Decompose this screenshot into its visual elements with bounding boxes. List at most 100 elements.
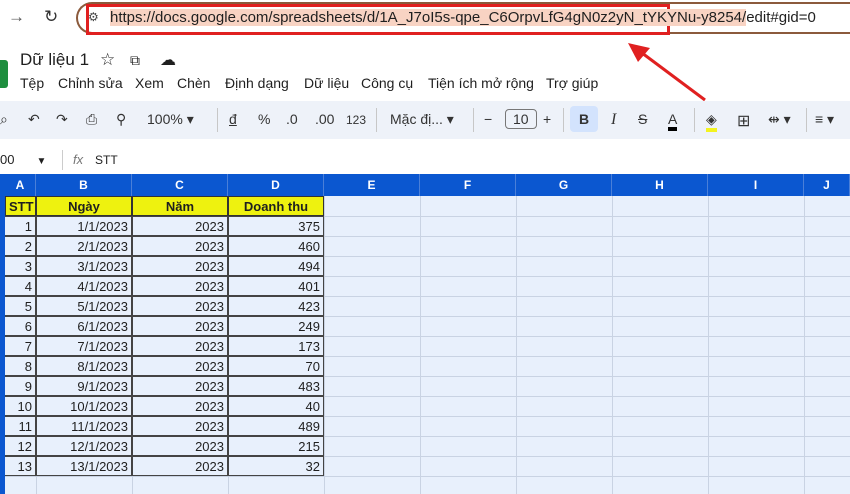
table-cell[interactable]: 215: [228, 436, 324, 456]
table-cell[interactable]: 173: [228, 336, 324, 356]
table-cell[interactable]: 494: [228, 256, 324, 276]
column-header-I[interactable]: I: [708, 174, 804, 196]
star-icon[interactable]: ☆: [100, 50, 115, 70]
header-cell[interactable]: Doanh thu: [228, 196, 324, 216]
menu-item[interactable]: Công cụ: [361, 75, 413, 91]
column-header-H[interactable]: H: [612, 174, 708, 196]
menu-item[interactable]: Chèn: [177, 75, 210, 91]
table-cell[interactable]: 6/1/2023: [36, 316, 132, 336]
table-cell[interactable]: 10: [5, 396, 36, 416]
fill-color-icon[interactable]: ◈: [706, 111, 717, 132]
table-cell[interactable]: 2023: [132, 416, 228, 436]
more-formats-button[interactable]: 123: [346, 113, 366, 127]
table-cell[interactable]: 2023: [132, 396, 228, 416]
menu-item[interactable]: Chỉnh sửa: [58, 75, 123, 91]
strikethrough-button[interactable]: S: [638, 111, 647, 127]
table-cell[interactable]: 1: [5, 216, 36, 236]
table-cell[interactable]: 401: [228, 276, 324, 296]
search-icon[interactable]: ⌕: [0, 111, 8, 128]
table-cell[interactable]: 70: [228, 356, 324, 376]
header-cell[interactable]: STT: [5, 196, 36, 216]
paint-format-icon[interactable]: ⚲: [116, 111, 126, 128]
table-cell[interactable]: 2023: [132, 436, 228, 456]
table-cell[interactable]: 10/1/2023: [36, 396, 132, 416]
table-cell[interactable]: 11/1/2023: [36, 416, 132, 436]
table-cell[interactable]: 2023: [132, 376, 228, 396]
merge-cells-icon[interactable]: ⇹ ▾: [768, 111, 791, 128]
menu-item[interactable]: Trợ giúp: [546, 75, 598, 91]
column-header-G[interactable]: G: [516, 174, 612, 196]
table-cell[interactable]: 6: [5, 316, 36, 336]
table-cell[interactable]: 4/1/2023: [36, 276, 132, 296]
table-cell[interactable]: 3/1/2023: [36, 256, 132, 276]
table-cell[interactable]: 2023: [132, 456, 228, 476]
column-header-B[interactable]: B: [36, 174, 132, 196]
currency-format-button[interactable]: đ: [229, 111, 237, 127]
table-cell[interactable]: 460: [228, 236, 324, 256]
table-cell[interactable]: 423: [228, 296, 324, 316]
name-box[interactable]: 00 ▼: [0, 152, 46, 167]
table-cell[interactable]: 11: [5, 416, 36, 436]
column-header-D[interactable]: D: [228, 174, 324, 196]
column-header-J[interactable]: J: [804, 174, 850, 196]
table-cell[interactable]: 2023: [132, 316, 228, 336]
table-cell[interactable]: 2023: [132, 236, 228, 256]
table-cell[interactable]: 2023: [132, 216, 228, 236]
column-header-C[interactable]: C: [132, 174, 228, 196]
print-icon[interactable]: ⎙: [86, 111, 97, 128]
table-cell[interactable]: 2/1/2023: [36, 236, 132, 256]
table-cell[interactable]: 2023: [132, 336, 228, 356]
cloud-status-icon[interactable]: ☁: [160, 50, 176, 70]
borders-icon[interactable]: ⊞: [737, 111, 750, 131]
table-cell[interactable]: 4: [5, 276, 36, 296]
url-text[interactable]: https://docs.google.com/spreadsheets/d/1…: [110, 9, 816, 26]
header-cell[interactable]: Ngày: [36, 196, 132, 216]
table-cell[interactable]: 8/1/2023: [36, 356, 132, 376]
table-cell[interactable]: 32: [228, 456, 324, 476]
column-header-F[interactable]: F: [420, 174, 516, 196]
table-cell[interactable]: 7/1/2023: [36, 336, 132, 356]
bold-button[interactable]: B: [570, 106, 599, 132]
increase-font-size-button[interactable]: +: [543, 111, 551, 127]
font-select[interactable]: Mặc đị... ▾: [390, 111, 454, 128]
undo-icon[interactable]: ↶: [28, 111, 40, 128]
reload-icon[interactable]: ↻: [44, 7, 58, 27]
zoom-select[interactable]: 100% ▾: [147, 111, 194, 128]
table-cell[interactable]: 8: [5, 356, 36, 376]
table-cell[interactable]: 13: [5, 456, 36, 476]
increase-decimal-button[interactable]: .00: [315, 111, 334, 127]
decrease-decimal-button[interactable]: .0: [286, 111, 298, 127]
move-folder-icon[interactable]: ⧉: [130, 52, 140, 69]
table-cell[interactable]: 483: [228, 376, 324, 396]
table-cell[interactable]: 375: [228, 216, 324, 236]
column-header-A[interactable]: A: [5, 174, 36, 196]
menu-item[interactable]: Tiện ích mở rộng: [428, 75, 534, 91]
menu-item[interactable]: Định dạng: [225, 75, 289, 91]
table-cell[interactable]: 2: [5, 236, 36, 256]
redo-icon[interactable]: ↷: [56, 111, 68, 128]
table-cell[interactable]: 2023: [132, 256, 228, 276]
menu-item[interactable]: Xem: [135, 75, 164, 91]
align-icon[interactable]: ≡ ▾: [815, 111, 834, 128]
table-cell[interactable]: 3: [5, 256, 36, 276]
table-cell[interactable]: 2023: [132, 276, 228, 296]
table-cell[interactable]: 2023: [132, 356, 228, 376]
column-header-E[interactable]: E: [324, 174, 420, 196]
table-cell[interactable]: 249: [228, 316, 324, 336]
table-cell[interactable]: 2023: [132, 296, 228, 316]
forward-icon[interactable]: →: [8, 7, 25, 27]
table-cell[interactable]: 5: [5, 296, 36, 316]
table-cell[interactable]: 9/1/2023: [36, 376, 132, 396]
table-cell[interactable]: 9: [5, 376, 36, 396]
table-cell[interactable]: 13/1/2023: [36, 456, 132, 476]
menu-item[interactable]: Dữ liệu: [304, 75, 349, 91]
menu-item[interactable]: Tệp: [20, 75, 44, 91]
table-cell[interactable]: 5/1/2023: [36, 296, 132, 316]
header-cell[interactable]: Năm: [132, 196, 228, 216]
table-cell[interactable]: 12: [5, 436, 36, 456]
table-cell[interactable]: 40: [228, 396, 324, 416]
table-cell[interactable]: 7: [5, 336, 36, 356]
formula-input[interactable]: STT: [95, 153, 118, 167]
font-size-input[interactable]: 10: [505, 109, 537, 129]
doc-title[interactable]: Dữ liệu 1: [20, 50, 89, 70]
